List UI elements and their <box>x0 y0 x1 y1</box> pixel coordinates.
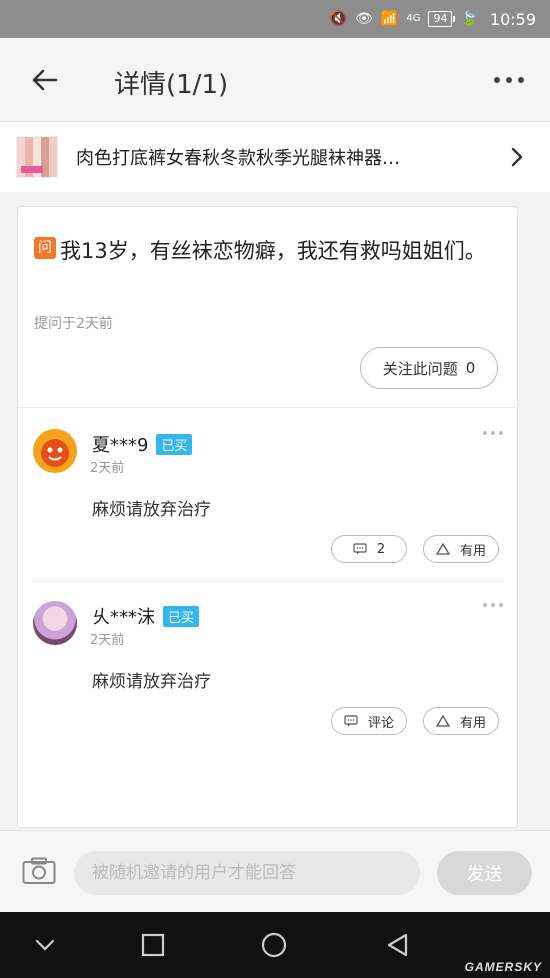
watermark: GAMERSKY <box>464 960 542 974</box>
send-button[interactable]: 发送 <box>437 851 532 895</box>
follow-question-button[interactable]: 关注此问题 0 <box>360 347 498 389</box>
product-thumbnail <box>16 136 58 178</box>
useful-button[interactable]: 有用 <box>423 707 499 735</box>
answer-user: 夏***9 已买 <box>92 431 193 457</box>
answer-time: 2天前 <box>90 461 125 476</box>
mute-icon: 🔇 <box>329 11 348 27</box>
system-nav-bar: GAMERSKY <box>0 912 550 978</box>
bought-badge: 已买 <box>156 433 193 455</box>
camera-icon[interactable] <box>22 857 56 885</box>
status-bar: 🔇 👁 📶 4G 94 🍃 10:59 <box>0 0 550 38</box>
triangle-up-icon <box>435 543 450 555</box>
username: 乆***沫 <box>92 607 155 628</box>
useful-label: 有用 <box>459 715 486 731</box>
comment-button[interactable]: 2 <box>331 535 407 563</box>
answer-user: 乆***沫 已买 <box>92 603 200 629</box>
answer-more-button[interactable] <box>483 431 503 437</box>
answer-more-button[interactable] <box>483 603 503 609</box>
chevron-down-icon[interactable] <box>32 932 58 958</box>
leaf-icon: 🍃 <box>460 11 478 27</box>
clock: 10:59 <box>489 9 536 29</box>
divider <box>18 407 519 408</box>
home-icon[interactable] <box>261 932 287 958</box>
question-text: 我13岁，有丝袜恋物癖，我还有救吗姐姐们。 <box>60 239 486 263</box>
comment-button[interactable]: 评论 <box>331 707 407 735</box>
answer-text: 麻烦请放弃治疗 <box>92 500 211 520</box>
back-button[interactable] <box>26 62 62 98</box>
reply-bar: 发送 <box>0 830 550 912</box>
answer-time: 2天前 <box>90 633 125 648</box>
comment-label: 评论 <box>367 715 394 731</box>
recent-apps-icon[interactable] <box>140 932 166 958</box>
bought-badge: 已买 <box>163 605 200 627</box>
more-dot-icon <box>506 77 512 83</box>
comment-count: 2 <box>376 541 386 557</box>
answer-item: 夏***9 已买 2天前 麻烦请放弃治疗 2 有用 <box>18 409 519 579</box>
chevron-right-icon[interactable] <box>506 146 528 168</box>
avatar <box>33 601 77 645</box>
question-time: 提问于2天前 <box>34 316 113 332</box>
eye-icon: 👁 <box>355 11 373 27</box>
comment-icon <box>344 715 358 727</box>
avatar <box>33 429 77 473</box>
header: 详情(1/1) <box>0 38 550 122</box>
useful-button[interactable]: 有用 <box>423 535 499 563</box>
useful-label: 有用 <box>459 543 486 559</box>
answer-text: 麻烦请放弃治疗 <box>92 672 211 692</box>
back-triangle-icon[interactable] <box>384 932 410 958</box>
battery-icon: 94 <box>428 11 456 27</box>
username: 夏***9 <box>92 435 149 456</box>
triangle-up-icon <box>435 715 450 727</box>
back-arrow-icon <box>32 69 58 91</box>
page-title: 详情(1/1) <box>114 70 229 100</box>
wifi-icon: 📶 <box>380 11 399 27</box>
more-dot-icon <box>494 77 500 83</box>
more-button[interactable] <box>494 68 524 92</box>
product-bar[interactable]: 肉色打底裤女春秋冬款秋季光腿袜神器… <box>0 122 550 192</box>
question-card: 问 我13岁，有丝袜恋物癖，我还有救吗姐姐们。 提问于2天前 关注此问题 0 夏… <box>17 206 519 828</box>
follow-count: 0 <box>465 359 476 377</box>
answer-item: 乆***沫 已买 2天前 麻烦请放弃治疗 评论 有用 <box>18 581 519 751</box>
reply-input[interactable] <box>74 851 420 895</box>
more-dot-icon <box>518 77 524 83</box>
follow-label: 关注此问题 <box>382 359 458 378</box>
network-label: 4G <box>406 13 421 24</box>
comment-icon <box>353 543 367 555</box>
product-name: 肉色打底裤女春秋冬款秋季光腿袜神器… <box>76 148 400 169</box>
